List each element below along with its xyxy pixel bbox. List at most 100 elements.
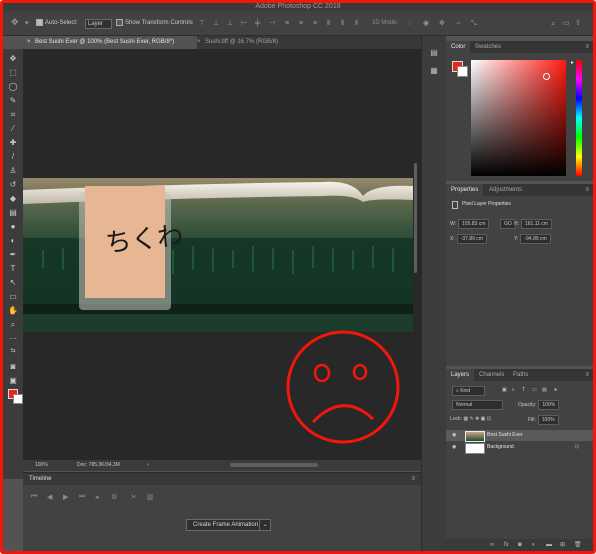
search-icon[interactable]: ⌕: [551, 20, 555, 28]
brush-tool-icon[interactable]: /: [7, 151, 19, 163]
align-vcenter-icon[interactable]: ⊥: [213, 20, 219, 27]
lock-position-icon[interactable]: ✥: [475, 416, 479, 422]
new-layer-icon[interactable]: ⊞: [560, 539, 565, 551]
align-right-icon[interactable]: ⊣: [269, 20, 275, 27]
status-arrow-icon[interactable]: ›: [147, 460, 149, 471]
auto-select-target-dropdown[interactable]: Layer: [85, 19, 113, 29]
share-icon[interactable]: ⇧: [575, 20, 581, 27]
distribute-bottom-icon[interactable]: ≡: [313, 20, 317, 27]
clone-stamp-tool-icon[interactable]: ♙: [7, 165, 19, 177]
3d-rotate-icon[interactable]: ◌: [407, 20, 411, 27]
lock-all-icon[interactable]: ⊡: [487, 416, 491, 422]
tab-channels[interactable]: Channels: [474, 369, 509, 381]
link-layers-icon[interactable]: ∞: [490, 539, 494, 551]
hue-slider-handle-icon[interactable]: ▸: [571, 59, 574, 66]
tab-paths[interactable]: Paths: [508, 369, 533, 381]
eyedropper-tool-icon[interactable]: ⁄: [7, 123, 19, 135]
height-field[interactable]: H: 161.11 cm: [514, 219, 552, 229]
chevron-down-icon[interactable]: ⌄: [259, 519, 271, 531]
zoom-level[interactable]: 100%: [35, 460, 48, 471]
shape-tool-icon[interactable]: ▭: [7, 291, 19, 303]
3d-slide-icon[interactable]: ⇔: [455, 20, 462, 27]
fill-value[interactable]: 100%: [537, 415, 559, 425]
audio-icon[interactable]: ◂: [95, 493, 99, 501]
layer-name[interactable]: Best Sushi Ever: [487, 430, 523, 441]
filter-pixel-icon[interactable]: ▣: [502, 386, 507, 394]
create-frame-animation-button[interactable]: Create Frame Animation: [186, 519, 266, 531]
more-tools-icon[interactable]: ···: [7, 333, 19, 345]
horizontal-scroll-thumb[interactable]: [230, 463, 318, 467]
layer-row[interactable]: ◉ Background ⊡: [446, 442, 593, 454]
color-picker-cursor[interactable]: [543, 73, 550, 80]
tab-swatches[interactable]: Swatches: [470, 41, 506, 53]
3d-roll-icon[interactable]: ◉: [423, 20, 429, 27]
x-value[interactable]: -37.89 cm: [456, 234, 487, 244]
healing-brush-tool-icon[interactable]: ✚: [7, 137, 19, 149]
panel-menu-icon[interactable]: ≡: [411, 473, 415, 485]
prev-frame-icon[interactable]: ◀: [47, 493, 52, 501]
hue-slider[interactable]: [576, 60, 582, 176]
panel-menu-icon[interactable]: ≡: [585, 184, 589, 196]
visibility-eye-icon[interactable]: ◉: [452, 442, 456, 453]
tab-color[interactable]: Color: [446, 41, 471, 53]
pen-tool-icon[interactable]: ✒: [7, 249, 19, 261]
width-field[interactable]: W: 105.83 cm: [450, 219, 490, 229]
eraser-tool-icon[interactable]: ◆: [7, 193, 19, 205]
3d-scale-icon[interactable]: ⤡: [471, 20, 477, 27]
move-tool-icon[interactable]: ✥: [7, 53, 19, 65]
close-tab-icon[interactable]: ×: [27, 36, 31, 49]
filter-shape-icon[interactable]: ▭: [532, 386, 537, 394]
zoom-tool-icon[interactable]: ⌕: [7, 319, 19, 331]
canvas-area[interactable]: ちくわ: [23, 49, 437, 460]
chevron-down-icon[interactable]: ▾: [25, 20, 29, 27]
blur-tool-icon[interactable]: ●: [7, 221, 19, 233]
visibility-eye-icon[interactable]: ◉: [452, 430, 456, 441]
tab-layers[interactable]: Layers: [446, 369, 475, 381]
kind-filter-dropdown[interactable]: ⌕ Kind: [450, 386, 486, 396]
type-tool-icon[interactable]: T: [7, 263, 19, 275]
dodge-tool-icon[interactable]: ◐: [7, 235, 19, 247]
blend-mode-dropdown[interactable]: Normal: [450, 400, 504, 410]
path-select-tool-icon[interactable]: ↖: [7, 277, 19, 289]
lock-transparent-icon[interactable]: ▦: [463, 416, 468, 422]
panel-menu-icon[interactable]: ≡: [585, 41, 589, 53]
libraries-icon[interactable]: ▦: [428, 66, 440, 78]
filter-toggle-icon[interactable]: ●: [554, 386, 557, 394]
lock-artboard-icon[interactable]: ▣: [481, 416, 486, 422]
gradient-tool-icon[interactable]: ▤: [7, 207, 19, 219]
show-transform-controls-checkbox[interactable]: Show Transform Controls: [116, 19, 193, 27]
move-tool-icon[interactable]: ✥: [11, 18, 19, 27]
tab-best-sushi-ever[interactable]: × Best Sushi Ever @ 100% (Best Sushi Ever…: [23, 36, 197, 49]
opacity-value[interactable]: 100%: [538, 400, 560, 410]
auto-select-checkbox[interactable]: Auto-Select:: [36, 19, 78, 27]
tab-sushi-tiff[interactable]: × Sushi.tiff @ 16.7% (RGB/8): [193, 36, 325, 49]
workspace-icon[interactable]: ▭: [563, 20, 570, 27]
3d-pan-icon[interactable]: ✥: [439, 20, 445, 27]
distribute-hcenter-icon[interactable]: ⦀: [341, 20, 344, 27]
fill-field[interactable]: Fill: 100%: [528, 415, 559, 425]
new-group-icon[interactable]: ▬: [546, 539, 552, 551]
first-frame-icon[interactable]: ⏮: [31, 493, 37, 501]
next-frame-icon[interactable]: ⏭: [79, 493, 85, 501]
crop-tool-icon[interactable]: ⌗: [7, 109, 19, 121]
split-icon[interactable]: ✂: [131, 493, 137, 501]
y-field[interactable]: Y: -94.89 cm: [514, 234, 551, 244]
x-field[interactable]: X: -37.89 cm: [450, 234, 487, 244]
distribute-vcenter-icon[interactable]: ≡: [299, 20, 303, 27]
new-adjustment-icon[interactable]: ◐: [532, 539, 536, 551]
screen-mode-icon[interactable]: ▣: [7, 375, 19, 387]
distribute-top-icon[interactable]: ≡: [285, 20, 289, 27]
layer-row[interactable]: ◉ Best Sushi Ever: [446, 430, 593, 442]
align-left-icon[interactable]: ⊢: [241, 20, 247, 27]
align-bottom-icon[interactable]: ⊥: [227, 20, 233, 27]
doc-size[interactable]: Doc: 785.3K/34.3M: [77, 460, 120, 471]
play-icon[interactable]: ▶: [63, 493, 68, 501]
quick-mask-icon[interactable]: ◙: [7, 361, 19, 373]
color-field[interactable]: [471, 60, 566, 176]
opacity-field[interactable]: Opacity: 100%: [518, 400, 560, 410]
history-icon[interactable]: ▤: [428, 48, 440, 60]
align-top-icon[interactable]: ⊤: [199, 20, 205, 27]
history-brush-tool-icon[interactable]: ↺: [7, 179, 19, 191]
filter-adjustment-icon[interactable]: ◐: [512, 386, 515, 394]
hand-tool-icon[interactable]: ✋: [7, 305, 19, 317]
